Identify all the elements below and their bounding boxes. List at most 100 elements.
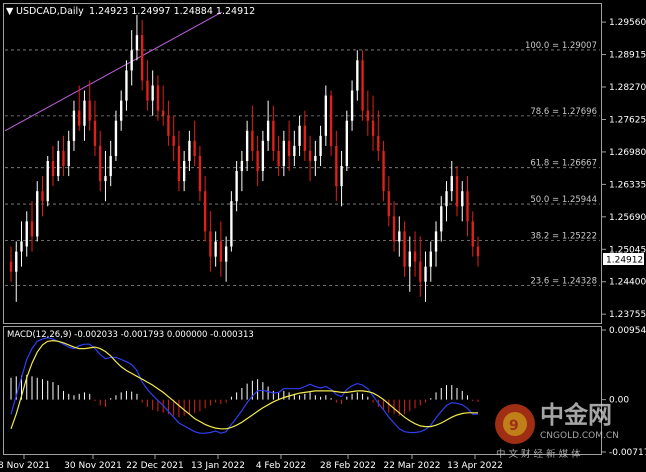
candle-body xyxy=(335,145,338,187)
macd-series xyxy=(10,337,479,434)
candle-body xyxy=(256,150,259,172)
watermark-slogan: 中 文 财 经 新 媒 体 xyxy=(496,448,581,460)
candle-body xyxy=(130,50,133,71)
candle-body xyxy=(99,145,102,182)
macd-tick-label: 0.00 xyxy=(609,396,629,406)
price-tick-label: 1.26335 xyxy=(609,180,646,190)
candle-body xyxy=(188,140,191,161)
ohlc-readout: 1.24923 1.24997 1.24884 1.24912 xyxy=(89,6,255,17)
collapse-arrow-icon[interactable]: ▼ xyxy=(6,6,14,17)
candle-body xyxy=(319,135,322,156)
candle-body xyxy=(434,231,438,252)
candle-body xyxy=(261,140,265,172)
chart-window: 100.0 = 1.29007 78.6 = 1.27696 61.8 = 1.26… xyxy=(0,0,646,472)
candle-body xyxy=(20,241,23,252)
price-tick-label: 1.26980 xyxy=(609,148,646,158)
fib-label-1: 78.6 = 1.27696 xyxy=(530,107,597,117)
candle-body xyxy=(440,206,443,232)
candle-body xyxy=(224,246,228,262)
candle-body xyxy=(314,155,317,161)
candle-body xyxy=(9,261,13,272)
candle-body xyxy=(392,216,396,242)
macd-tick-label: -0.007178 xyxy=(609,448,646,458)
time-axis: 8 Nov 2021 30 Nov 2021 22 Dec 2021 13 Jan 2… xyxy=(0,455,503,471)
usdcad-chart-canvas[interactable]: 100.0 = 1.29007 78.6 = 1.27696 61.8 = 1.26… xyxy=(0,0,646,472)
candle-body xyxy=(104,176,107,182)
candle-body xyxy=(324,95,328,136)
candle-body xyxy=(350,90,354,121)
candle-body xyxy=(403,231,406,267)
candle-body xyxy=(198,155,202,192)
candle-body xyxy=(219,241,223,262)
candle-body xyxy=(109,155,112,177)
candle-body xyxy=(329,95,333,146)
candle-body xyxy=(455,176,459,207)
candle-body xyxy=(15,251,18,272)
candle-body xyxy=(140,35,144,81)
macd-readout: MACD(12,26,9) -0.002033 -0.001793 0.0000… xyxy=(7,330,254,340)
candle-body xyxy=(78,110,81,126)
fib-label-0: 100.0 = 1.29007 xyxy=(525,41,597,51)
candle-body xyxy=(466,191,469,222)
candle-body xyxy=(41,191,44,202)
candle-body xyxy=(408,251,411,267)
candle-body xyxy=(182,160,186,182)
time-tick-label: 30 Nov 2021 xyxy=(64,461,122,471)
candle-body xyxy=(471,221,474,247)
trendline[interactable] xyxy=(4,11,223,132)
candle-body xyxy=(88,100,91,121)
candle-body xyxy=(167,115,170,136)
candle-body xyxy=(83,100,86,126)
trendline-group xyxy=(4,11,223,132)
candle-body xyxy=(303,125,307,151)
candle-body xyxy=(476,246,480,257)
candle-body xyxy=(67,140,70,167)
candle-body xyxy=(413,251,417,262)
candle-body xyxy=(62,150,65,167)
candle-body xyxy=(377,135,380,151)
candle-body xyxy=(25,221,28,247)
candle-body xyxy=(36,191,39,237)
candle-body xyxy=(340,166,343,187)
candle-body xyxy=(461,191,464,207)
candle-body xyxy=(151,85,154,101)
candle-body xyxy=(450,176,453,192)
candle-body xyxy=(57,150,60,177)
price-tick-label: 1.24400 xyxy=(609,278,646,288)
watermark-domain: CNGOLD.COM.CN xyxy=(540,431,619,441)
price-tick-label: 1.23755 xyxy=(609,310,646,320)
time-tick-label: 13 Apr 2022 xyxy=(447,461,503,471)
candle-body xyxy=(282,140,286,167)
candle-body xyxy=(308,150,312,161)
candle-body xyxy=(361,60,364,111)
candle-body xyxy=(125,70,128,101)
time-tick-label: 4 Feb 2022 xyxy=(256,461,306,471)
candle-body xyxy=(146,80,149,101)
candle-body xyxy=(345,120,349,167)
candle-body xyxy=(266,120,270,141)
candle-body xyxy=(371,120,375,136)
candle-body xyxy=(387,191,390,217)
time-tick-label: 13 Jan 2022 xyxy=(191,461,245,471)
candle-body xyxy=(445,191,448,207)
price-tick-label: 1.28270 xyxy=(609,83,646,93)
price-tick-label: 1.25690 xyxy=(609,213,646,223)
candlestick-series xyxy=(9,15,480,302)
candle-body xyxy=(272,120,275,151)
fib-label-3: 50.0 = 1.25944 xyxy=(530,195,597,205)
candle-body xyxy=(30,221,34,237)
candle-body xyxy=(419,261,422,282)
candle-body xyxy=(209,231,212,257)
candle-body xyxy=(251,130,254,151)
current-price-label: 1.24912 xyxy=(606,256,643,266)
candle-body xyxy=(114,120,118,156)
candle-body xyxy=(235,171,238,202)
time-tick-label: 22 Dec 2021 xyxy=(126,461,184,471)
candle-body xyxy=(240,160,244,172)
time-tick-label: 8 Nov 2021 xyxy=(0,461,50,471)
candle-body xyxy=(366,110,369,121)
macd-tick-label: 0.009549 xyxy=(609,326,646,336)
candle-body xyxy=(93,120,97,146)
candle-body xyxy=(424,266,427,282)
candle-body xyxy=(230,201,233,247)
